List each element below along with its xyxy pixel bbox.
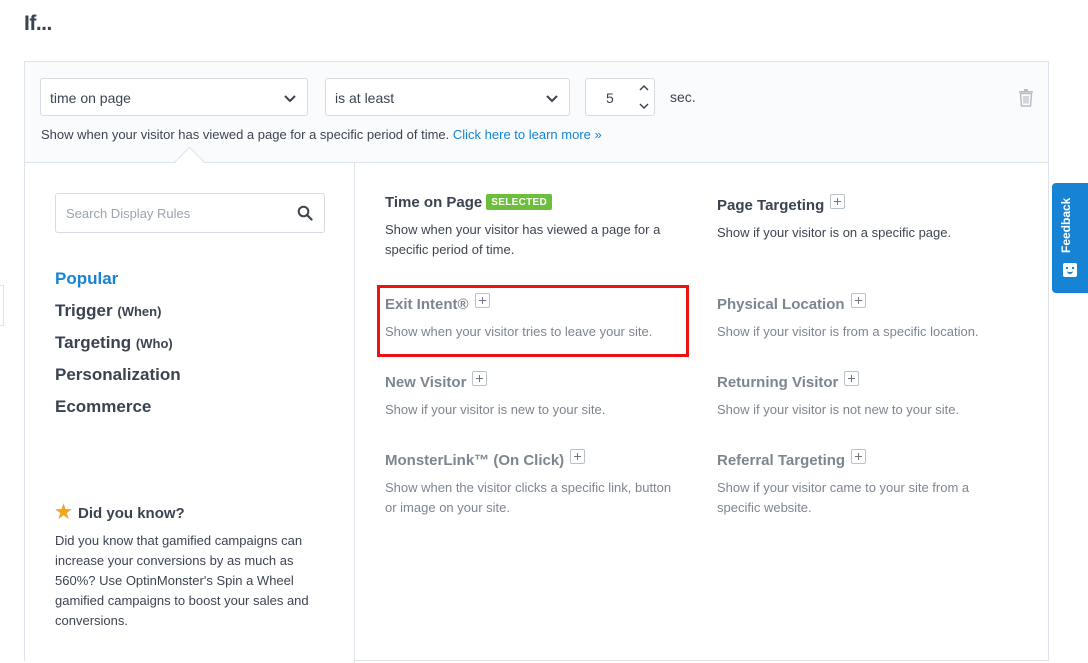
rule-monsterlink[interactable]: MonsterLink™ (On Click) Show when the vi…	[385, 449, 675, 518]
category-label: Popular	[55, 269, 119, 288]
smiley-icon	[1063, 263, 1077, 277]
condition-row: time on page is at least 5 sec. Show whe…	[25, 62, 1048, 163]
plus-icon[interactable]	[570, 449, 586, 464]
rule-title-text: New Visitor	[385, 374, 467, 391]
condition-description-text: Show when your visitor has viewed a page…	[41, 127, 450, 142]
category-personalization[interactable]: Personalization	[55, 365, 181, 385]
rule-title: Returning Visitor	[717, 371, 1027, 391]
star-icon: ★	[55, 502, 73, 523]
chevron-down-icon	[284, 95, 296, 103]
condition-description: Show when your visitor has viewed a page…	[41, 127, 602, 142]
learn-more-link[interactable]: Click here to learn more »	[453, 127, 602, 142]
search-placeholder: Search Display Rules	[66, 206, 191, 221]
rule-description: Show if your visitor came to your site f…	[717, 480, 970, 515]
category-ecommerce[interactable]: Ecommerce	[55, 397, 151, 417]
rule-page-targeting[interactable]: Page Targeting Show if your visitor is o…	[717, 194, 1027, 243]
seconds-unit-label: sec.	[670, 89, 696, 105]
rule-description: Show when your visitor has viewed a page…	[385, 222, 661, 257]
did-you-know-title: ★ Did you know?	[55, 501, 315, 524]
rule-title: Physical Location	[717, 293, 1027, 313]
rule-description: Show if your visitor is from a specific …	[717, 324, 979, 339]
rule-title-text: Referral Targeting	[717, 452, 846, 469]
plus-icon[interactable]	[472, 371, 488, 386]
condition-operator-select[interactable]: is at least	[325, 78, 570, 116]
rule-description: Show when the visitor clicks a specific …	[385, 480, 672, 515]
category-targeting[interactable]: Targeting (Who)	[55, 333, 173, 353]
rule-referral-targeting[interactable]: Referral Targeting Show if your visitor …	[717, 449, 1007, 518]
category-trigger[interactable]: Trigger (When)	[55, 301, 161, 321]
rule-description: Show if your visitor is new to your site…	[385, 402, 606, 417]
rule-title: Time on Page SELECTED	[385, 194, 695, 211]
category-popular[interactable]: Popular	[55, 269, 118, 289]
feedback-tab[interactable]: Feedback	[1052, 183, 1088, 293]
selected-badge: SELECTED	[486, 194, 553, 210]
plus-icon[interactable]	[851, 449, 867, 464]
side-tab-edge	[0, 285, 4, 326]
plus-icon[interactable]	[844, 371, 860, 386]
page-heading: If...	[24, 12, 52, 35]
search-icon	[297, 205, 313, 221]
rules-sidebar: Search Display Rules Popular Trigger (Wh…	[25, 163, 355, 663]
rules-grid: Time on Page SELECTED Show when your visi…	[355, 163, 1050, 663]
condition-field-select[interactable]: time on page	[40, 78, 308, 116]
category-label: Targeting	[55, 333, 132, 352]
rule-physical-location[interactable]: Physical Location Show if your visitor i…	[717, 293, 1027, 342]
rule-title: New Visitor	[385, 371, 695, 391]
feedback-label: Feedback	[1059, 197, 1073, 253]
did-you-know-title-text: Did you know?	[78, 505, 185, 522]
rule-title: Referral Targeting	[717, 449, 1007, 469]
rule-description: Show if your visitor is on a specific pa…	[717, 225, 952, 240]
rule-title-text: Returning Visitor	[717, 374, 839, 391]
did-you-know-body: Did you know that gamified campaigns can…	[55, 533, 309, 628]
category-label: Ecommerce	[55, 397, 152, 416]
category-sub-label: (Who)	[135, 336, 173, 351]
condition-operator-value: is at least	[335, 90, 395, 106]
plus-icon[interactable]	[850, 293, 866, 308]
stepper-controls	[635, 79, 654, 115]
display-rule-panel: time on page is at least 5 sec. Show whe…	[24, 61, 1050, 663]
rule-new-visitor[interactable]: New Visitor Show if your visitor is new …	[385, 371, 695, 420]
condition-field-value: time on page	[50, 90, 131, 106]
rule-title-text: MonsterLink™ (On Click)	[385, 452, 565, 469]
rule-title-text: Page Targeting	[717, 197, 825, 214]
chevron-down-icon	[546, 95, 558, 103]
seconds-value: 5	[606, 90, 614, 106]
category-label: Trigger	[55, 301, 113, 320]
trash-icon[interactable]	[1018, 89, 1034, 107]
seconds-stepper[interactable]: 5	[585, 78, 655, 116]
chevron-down-icon[interactable]	[639, 102, 649, 110]
category-label: Personalization	[55, 365, 181, 384]
rule-title-text: Physical Location	[717, 296, 845, 313]
rule-title: MonsterLink™ (On Click)	[385, 449, 675, 469]
plus-icon[interactable]	[830, 194, 846, 209]
rule-time-on-page[interactable]: Time on Page SELECTED Show when your visi…	[385, 194, 695, 260]
search-display-rules-input[interactable]: Search Display Rules	[55, 193, 325, 233]
highlight-box	[377, 285, 689, 357]
chevron-up-icon[interactable]	[639, 84, 649, 92]
rule-title-text: Time on Page	[385, 194, 483, 211]
category-sub-label: (When)	[117, 304, 162, 319]
rule-description: Show if your visitor is not new to your …	[717, 402, 960, 417]
rule-returning-visitor[interactable]: Returning Visitor Show if your visitor i…	[717, 371, 1027, 420]
rule-title: Page Targeting	[717, 194, 1027, 214]
